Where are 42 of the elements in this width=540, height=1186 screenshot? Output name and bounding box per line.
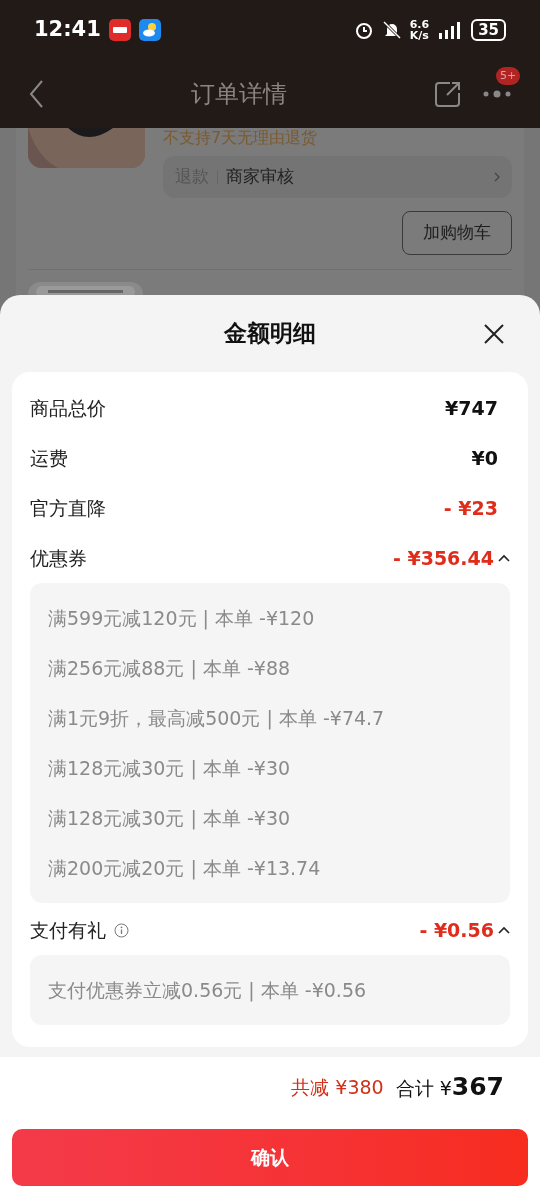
discount-detail-text: 满256元减88元 | 本单 -¥88: [48, 656, 292, 682]
row-label: 运费: [30, 445, 68, 471]
row-amount: ¥0: [471, 445, 498, 471]
discount-detail-text: 满200元减20元 | 本单 -¥13.74: [48, 856, 322, 882]
row-amount: - ¥356.44: [392, 545, 494, 571]
row-label: 商品总价: [30, 395, 106, 421]
notification-badge: 5+: [496, 67, 521, 85]
weather-icon: [138, 19, 161, 41]
confirm-button[interactable]: 确认: [12, 1129, 528, 1186]
discount-detail-text: 满599元减120元 | 本单 -¥120: [48, 606, 316, 632]
return-policy-text: 不支持7天无理由退货: [163, 128, 319, 149]
discount-detail-text: 支付优惠券立减0.56元 | 本单 -¥0.56: [48, 978, 368, 1004]
alarm-icon: [353, 20, 374, 40]
chevron-up-icon[interactable]: [498, 926, 510, 934]
row-amount: ¥747: [445, 395, 498, 421]
add-to-cart-button[interactable]: 加购物车: [402, 211, 512, 255]
row-label: 优惠券: [30, 545, 87, 571]
speed-unit: K/s: [409, 30, 430, 41]
battery-indicator: 35: [471, 19, 506, 41]
app-icon: [108, 19, 131, 41]
chevron-up-icon[interactable]: [498, 554, 510, 562]
row-label: 官方直降: [30, 495, 106, 521]
clock: 12:41: [34, 16, 101, 44]
chevron-right-icon: [494, 172, 500, 182]
page-title: 订单详情: [191, 79, 287, 110]
mute-icon: [381, 20, 402, 40]
more-icon[interactable]: [482, 89, 512, 99]
discount-detail-text: 满1元9折，最高减500元 | 本单 -¥74.7: [48, 706, 386, 732]
row-label: 支付有礼: [30, 917, 106, 943]
share-icon[interactable]: [434, 80, 462, 108]
total-price: 合计 ¥367: [395, 1071, 504, 1104]
discount-detail-text: 满128元减30元 | 本单 -¥30: [48, 806, 292, 832]
back-icon[interactable]: [28, 79, 44, 109]
info-icon[interactable]: [114, 922, 129, 938]
total-discount: 共减 ¥380: [291, 1074, 384, 1100]
row-amount: - ¥23: [443, 495, 498, 521]
sheet-title: 金额明细: [224, 319, 316, 349]
close-icon[interactable]: [484, 323, 504, 344]
refund-status: 商家审核: [226, 165, 294, 189]
row-amount: - ¥0.56: [419, 917, 494, 943]
network-speed: 6.6: [409, 19, 430, 30]
discount-detail-text: 满128元减30元 | 本单 -¥30: [48, 756, 292, 782]
